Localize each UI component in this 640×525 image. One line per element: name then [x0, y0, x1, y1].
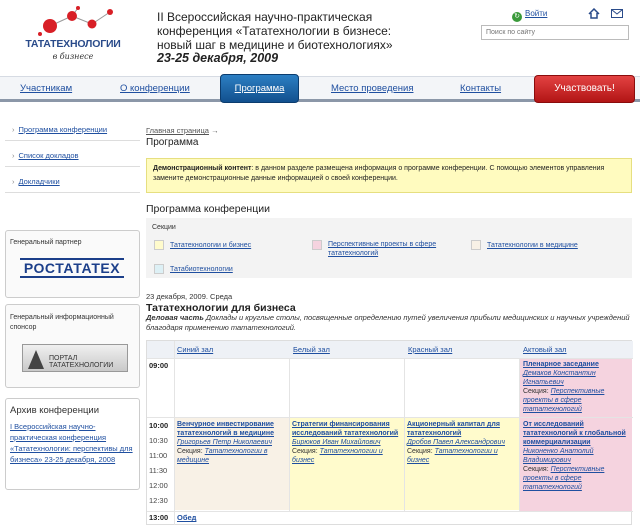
hall-assembly[interactable]: Актовый зал: [523, 345, 567, 354]
session-strategy[interactable]: Стратегии финансирования исследований та…: [292, 420, 402, 465]
nav-participants[interactable]: Участникам: [20, 83, 72, 94]
header: ТАТАТЕХНОЛОГИИ в бизнесе II Всероссийска…: [0, 0, 640, 76]
sections-legend: Секции Тататехнологии и бизнес Перспекти…: [146, 218, 632, 278]
sidebar-link-program[interactable]: Программа конференции: [12, 125, 108, 134]
section-link-medicine[interactable]: Тататехнологии в медицине: [487, 241, 578, 250]
section-prefix: Секция:: [292, 448, 318, 455]
time-slot: 12:00: [149, 481, 168, 490]
session-title[interactable]: Стратегии финансирования исследований та…: [292, 420, 402, 438]
nav-venue[interactable]: Место проведения: [331, 83, 413, 94]
archive-link[interactable]: I Всероссийская научно-практическая конф…: [10, 421, 135, 465]
molecule-logo-icon: [38, 6, 113, 36]
session-speaker[interactable]: Бирюков Иван Михайлович: [292, 438, 402, 447]
grid-line: [519, 358, 520, 512]
time-slot: 11:30: [149, 466, 168, 475]
section-link-biotech[interactable]: Татабиотехнологии: [170, 265, 233, 274]
divider: [5, 166, 140, 167]
day-description-text: Доклады и круглые столы, посвященные опр…: [146, 313, 630, 332]
session-commercialization[interactable]: От исследований тататехнологий к глобаль…: [523, 420, 629, 492]
page-title: Программа: [146, 137, 199, 148]
time-slot: 12:30: [149, 496, 168, 505]
session-title[interactable]: Пленарное заседание: [523, 360, 629, 369]
mail-icon[interactable]: [611, 9, 623, 18]
demo-notice-bold: Демонстрационный контент: [153, 165, 252, 172]
logo[interactable]: ТАТАТЕХНОЛОГИИ в бизнесе: [14, 4, 132, 70]
login-label[interactable]: Войти: [525, 9, 547, 18]
logo-subtitle: в бизнесе: [52, 52, 94, 61]
day-description: Деловая часть Доклады и круглые столы, п…: [146, 313, 632, 333]
general-partner-label: Генеральный партнер: [10, 239, 82, 246]
section-swatch-medicine: [471, 240, 481, 250]
grid-line: [289, 358, 290, 512]
grid-line: [147, 417, 633, 418]
nav-contacts[interactable]: Контакты: [460, 83, 501, 94]
nav-program[interactable]: Программа: [220, 74, 299, 103]
hall-red[interactable]: Красный зал: [408, 345, 452, 354]
conference-date: 23-25 декабря, 2009: [157, 51, 279, 65]
section-swatch-business: [154, 240, 164, 250]
breadcrumb: Главная страница →: [146, 126, 219, 135]
session-title[interactable]: Акционерный капитал для тататехнологий: [407, 420, 517, 438]
section-link-business[interactable]: Тататехнологии и бизнес: [170, 241, 251, 250]
session-speaker[interactable]: Григорьев Петр Николаевич: [177, 438, 287, 447]
main-nav: Участникам О конференции Программа Место…: [0, 74, 640, 103]
grid-line: [147, 511, 633, 512]
program-title: Программа конференции: [146, 203, 270, 215]
time-slot: 10:30: [149, 436, 168, 445]
session-speaker[interactable]: Демаков Константин Игнатьевич: [523, 369, 629, 387]
hall-white[interactable]: Белый зал: [293, 345, 330, 354]
section-prefix: Секция:: [177, 448, 203, 455]
time-slot: 09:00: [149, 361, 169, 370]
time-slot: 10:00: [149, 421, 169, 430]
breadcrumb-home[interactable]: Главная страница: [146, 126, 209, 135]
search-input[interactable]: [481, 25, 629, 40]
info-sponsor-label: Генеральный информационный спонсор: [10, 314, 114, 331]
sidebar-link-speakers[interactable]: Докладчики: [12, 177, 60, 186]
section-prefix: Секция:: [523, 388, 549, 395]
session-venture[interactable]: Венчурное инвестирование тататехнологий …: [177, 420, 287, 465]
nav-about[interactable]: О конференции: [120, 83, 190, 94]
section-swatch-biotech: [154, 264, 164, 274]
day-date: 23 декабря, 2009. Среда: [146, 292, 233, 301]
conference-title: II Всероссийская научно-практическая кон…: [157, 10, 393, 52]
grid-line: [404, 358, 405, 512]
info-sponsor-logo-text: ПОРТАЛ ТАТАТЕХНОЛОГИИ: [49, 355, 114, 369]
portal-mountain-icon: [28, 350, 44, 369]
day-description-bold: Деловая часть: [146, 313, 204, 322]
sections-label: Секции: [152, 224, 176, 231]
login-icon: ↻: [512, 12, 522, 22]
grid-line: [147, 358, 633, 359]
plenary-session[interactable]: Пленарное заседание Демаков Константин И…: [523, 360, 629, 414]
session-speaker[interactable]: Дробов Павел Александрович: [407, 438, 517, 447]
general-partner-logo[interactable]: РОСТАТАТЕХ: [20, 258, 124, 278]
archive-title: Архив конференции: [10, 405, 100, 416]
section-prefix: Секция:: [523, 466, 549, 473]
schedule-table: Синий зал Белый зал Красный зал Актовый …: [146, 340, 633, 525]
session-title[interactable]: От исследований тататехнологий к глобаль…: [523, 420, 629, 447]
session-title[interactable]: Венчурное инвестирование тататехнологий …: [177, 420, 287, 438]
logo-text: ТАТАТЕХНОЛОГИИ: [25, 38, 121, 50]
divider: [5, 192, 140, 193]
time-slot: 13:00: [149, 513, 169, 522]
breadcrumb-arrow-icon: →: [211, 126, 219, 135]
section-swatch-projects: [312, 240, 322, 250]
session-equity[interactable]: Акционерный капитал для тататехнологий Д…: [407, 420, 517, 465]
home-icon[interactable]: [588, 8, 600, 19]
info-sponsor-logo[interactable]: ПОРТАЛ ТАТАТЕХНОЛОГИИ: [22, 344, 128, 372]
sidebar-link-reports[interactable]: Список докладов: [12, 151, 79, 160]
hall-blue[interactable]: Синий зал: [177, 345, 213, 354]
login-link[interactable]: ↻ Войти: [512, 9, 547, 22]
lunch-link[interactable]: Обед: [177, 513, 196, 522]
time-slot: 11:00: [149, 451, 168, 460]
section-prefix: Секция:: [407, 448, 433, 455]
section-link-projects[interactable]: Перспективные проекты в сфере тататехнол…: [328, 240, 458, 258]
demo-notice: Демонстрационный контент: в данном разде…: [146, 158, 632, 193]
grid-line: [174, 341, 175, 525]
session-speaker[interactable]: Никоненко Анатолий Владимирович: [523, 447, 629, 465]
register-button[interactable]: Участвовать!: [534, 75, 635, 103]
divider: [5, 140, 140, 141]
